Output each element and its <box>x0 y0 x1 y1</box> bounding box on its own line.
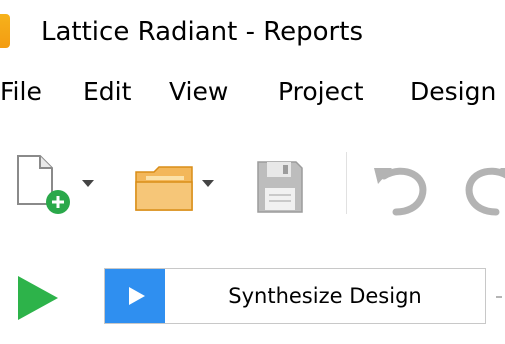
open-folder-dropdown-icon[interactable] <box>202 180 214 187</box>
menu-design[interactable]: Design <box>410 76 496 108</box>
open-folder-button[interactable] <box>134 164 194 214</box>
menu-file[interactable]: File <box>0 76 42 108</box>
menu-project[interactable]: Project <box>278 76 364 108</box>
toolbar-separator <box>346 152 347 214</box>
save-button[interactable] <box>256 160 304 214</box>
undo-icon <box>374 167 427 216</box>
play-icon[interactable] <box>14 274 60 322</box>
new-file-button[interactable] <box>14 154 74 216</box>
new-file-icon <box>17 155 70 214</box>
play-small-icon <box>129 287 145 305</box>
menu-view[interactable]: View <box>169 76 228 108</box>
flow-connector <box>496 296 502 298</box>
redo-button[interactable] <box>460 162 505 216</box>
redo-icon <box>465 167 505 216</box>
flow-bar: Synthesize Design <box>0 248 505 344</box>
window-title: Lattice Radiant - Reports <box>41 17 363 47</box>
synthesize-design-button[interactable]: Synthesize Design <box>104 268 486 324</box>
new-file-dropdown-icon[interactable] <box>82 180 94 187</box>
step-label: Synthesize Design <box>228 284 422 308</box>
main-toolbar <box>0 124 505 248</box>
step-run-icon <box>105 269 165 323</box>
lattice-app-icon <box>0 14 10 48</box>
undo-button[interactable] <box>370 162 432 216</box>
folder-open-icon <box>135 166 193 211</box>
title-bar: Lattice Radiant - Reports <box>0 0 505 66</box>
menu-edit[interactable]: Edit <box>83 76 131 108</box>
save-icon <box>257 161 303 213</box>
menu-bar: File Edit View Project Design <box>0 66 505 124</box>
